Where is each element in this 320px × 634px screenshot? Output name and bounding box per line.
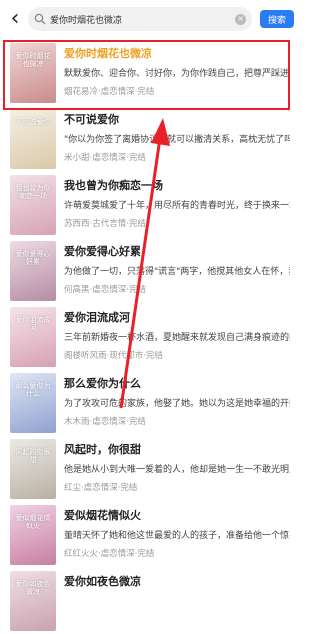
book-info: 风起时，你很甜他是她从小到大唯一爱着的人，他却是她一生一不敢光明正大 红尘·虐恋情… bbox=[64, 439, 290, 502]
cover-title: 那么爱你为什么 bbox=[15, 382, 51, 398]
book-description: 三年前新婚夜一杯水酒，夏她醒来就发现自己满身痕迹的躺在 bbox=[64, 333, 290, 343]
cover-title: 我也曾为你痴恋一场 bbox=[15, 184, 51, 200]
book-list-item[interactable]: 不可说爱你 不可说爱你 "你以为你签了离婚协议，就可以撇清关系，高枕无忧了吗？" 米小… bbox=[0, 106, 300, 172]
cover-title: 爱似烟花情似火 bbox=[15, 514, 51, 530]
book-cover[interactable]: 爱似烟花情似火 bbox=[10, 505, 56, 565]
search-icon bbox=[34, 13, 46, 25]
book-cover[interactable]: 不可说爱你 bbox=[10, 109, 56, 169]
book-title[interactable]: 爱似烟花情似火 bbox=[64, 507, 290, 523]
book-title[interactable]: 我也曾为你痴恋一场 bbox=[64, 177, 290, 193]
cover-title: 爱你如夜色微凉 bbox=[15, 580, 51, 596]
book-title[interactable]: 爱你爱得心好累 bbox=[64, 243, 290, 259]
book-meta: 红尘·虐恋情深·完结 bbox=[64, 483, 138, 493]
book-title[interactable]: 不可说爱你 bbox=[64, 111, 290, 127]
book-meta: 烟花易冷·虐恋情深·完结 bbox=[64, 87, 155, 97]
book-cover[interactable]: 爱你爱得心好累 bbox=[10, 241, 56, 301]
book-info: 爱你爱得心好累为他做了一切，只落得"谎言"两字，他搅其他女人在怀，我 何高黑·虐恋… bbox=[64, 241, 290, 304]
back-arrow-icon[interactable]: ‹ bbox=[6, 4, 24, 34]
book-cover[interactable]: 爱你泪流成河 bbox=[10, 307, 56, 367]
book-info: 爱你时烟花也微凉默默爱你、迎合你、讨好你，为你作践自己，把尊严踩进尘埃 烟花易冷·… bbox=[64, 43, 290, 106]
cover-title: 爱你时烟花也微凉 bbox=[15, 52, 51, 68]
book-list: 爱你时烟花也微凉 爱你时烟花也微凉默默爱你、迎合你、讨好你，为你作践自己，把尊严踩… bbox=[0, 40, 300, 634]
book-info: 爱你如夜色微凉 bbox=[64, 571, 290, 634]
book-title[interactable]: 爱你泪流成河 bbox=[64, 309, 290, 325]
search-input[interactable] bbox=[50, 14, 235, 24]
book-list-item[interactable]: 那么爱你为什么 那么爱你为什么为了攻攻可危的家族，他娶了她。她以为这是她幸福的开始… bbox=[0, 370, 300, 436]
cover-title: 爱你爱得心好累 bbox=[15, 250, 51, 266]
book-list-item[interactable]: 爱你泪流成河 爱你泪流成河三年前新婚夜一杯水酒，夏她醒来就发现自己满身痕迹的躺在阁… bbox=[0, 304, 300, 370]
book-list-item[interactable]: 爱你爱得心好累 爱你爱得心好累为他做了一切，只落得"谎言"两字，他搅其他女人在怀，… bbox=[0, 238, 300, 304]
book-info: 那么爱你为什么为了攻攻可危的家族，他娶了她。她以为这是她幸福的开始 木木雨·虐恋情… bbox=[64, 373, 290, 436]
book-cover[interactable]: 爱你如夜色微凉 bbox=[10, 571, 56, 631]
book-cover[interactable]: 风起时你很甜 bbox=[10, 439, 56, 499]
book-info: 爱你泪流成河三年前新婚夜一杯水酒，夏她醒来就发现自己满身痕迹的躺在 阁楼听风雨·现… bbox=[64, 307, 290, 370]
cover-title: 不可说爱你 bbox=[15, 118, 51, 126]
book-info: 不可说爱你 "你以为你签了离婚协议，就可以撇清关系，高枕无忧了吗？" 米小甜·虐恋情… bbox=[64, 109, 290, 172]
search-box[interactable]: × bbox=[28, 7, 252, 31]
book-meta: 何高黑·虐恋情深·完结 bbox=[64, 285, 146, 295]
cover-title: 爱你泪流成河 bbox=[15, 316, 51, 332]
book-list-item[interactable]: 爱你如夜色微凉 爱你如夜色微凉 bbox=[0, 568, 300, 634]
book-meta: 苏西西·古代言情·完结 bbox=[64, 219, 146, 229]
book-list-item[interactable]: 爱你时烟花也微凉 爱你时烟花也微凉默默爱你、迎合你、讨好你，为你作践自己，把尊严踩… bbox=[0, 40, 300, 106]
book-meta: 木木雨·虐恋情深·完结 bbox=[64, 417, 146, 427]
book-list-item[interactable]: 我也曾为你痴恋一场 我也曾为你痴恋一场许萌爱莫城爱了十年，用尽所有的青春时光，终于… bbox=[0, 172, 300, 238]
book-description: 许萌爱莫城爱了十年，用尽所有的青春时光，终于换来一场婚姻 bbox=[64, 201, 290, 211]
book-title[interactable]: 爱你时烟花也微凉 bbox=[64, 45, 290, 61]
book-title[interactable]: 爱你如夜色微凉 bbox=[64, 573, 290, 589]
cover-title: 风起时你很甜 bbox=[15, 448, 51, 464]
book-cover[interactable]: 那么爱你为什么 bbox=[10, 373, 56, 433]
search-button[interactable]: 搜索 bbox=[260, 10, 294, 28]
clear-icon[interactable]: × bbox=[235, 13, 246, 25]
book-info: 我也曾为你痴恋一场许萌爱莫城爱了十年，用尽所有的青春时光，终于换来一场婚姻苏西西… bbox=[64, 175, 290, 238]
book-description: "你以为你签了离婚协议，就可以撇清关系，高枕无忧了吗？" bbox=[64, 135, 290, 145]
book-description: 为他做了一切，只落得"谎言"两字，他搅其他女人在怀，我 bbox=[64, 267, 290, 277]
book-list-item[interactable]: 风起时你很甜 风起时，你很甜他是她从小到大唯一爱着的人，他却是她一生一不敢光明正大… bbox=[0, 436, 300, 502]
book-info: 爱似烟花情似火董晴天怀了她和他这世最爱的人的孩子，准备给他一个惊喜。 红红火火·虐… bbox=[64, 505, 290, 568]
book-cover[interactable]: 我也曾为你痴恋一场 bbox=[10, 175, 56, 235]
book-meta: 米小甜·虐恋情深·完结 bbox=[64, 153, 146, 163]
book-title[interactable]: 风起时，你很甜 bbox=[64, 441, 290, 457]
book-description: 他是她从小到大唯一爱着的人，他却是她一生一不敢光明正大 bbox=[64, 465, 290, 475]
book-description: 默默爱你、迎合你、讨好你，为你作践自己，把尊严踩进尘埃 bbox=[64, 69, 290, 79]
book-description: 为了攻攻可危的家族，他娶了她。她以为这是她幸福的开始 bbox=[64, 399, 290, 409]
book-title[interactable]: 那么爱你为什么 bbox=[64, 375, 290, 391]
top-bar: ‹ × 搜索 bbox=[0, 0, 300, 38]
book-meta: 阁楼听风雨·现代都市·完结 bbox=[64, 351, 163, 361]
book-cover[interactable]: 爱你时烟花也微凉 bbox=[10, 43, 56, 103]
book-description: 董晴天怀了她和他这世最爱的人的孩子，准备给他一个惊喜。 bbox=[64, 531, 290, 541]
book-list-item[interactable]: 爱似烟花情似火 爱似烟花情似火董晴天怀了她和他这世最爱的人的孩子，准备给他一个惊喜… bbox=[0, 502, 300, 568]
book-meta: 红红火火·虐恋情深·完结 bbox=[64, 549, 155, 559]
